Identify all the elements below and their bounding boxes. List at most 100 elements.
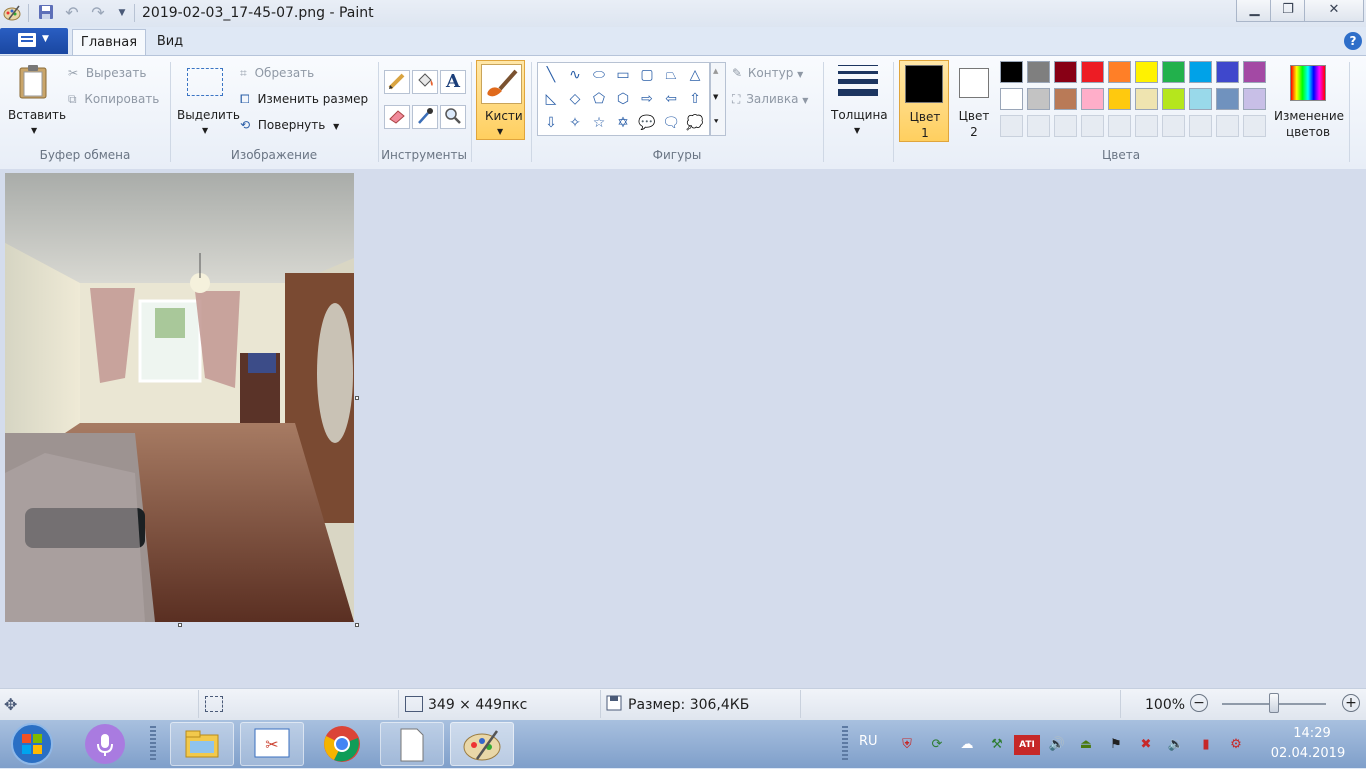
canvas-image[interactable] — [5, 173, 354, 622]
color-swatch[interactable] — [1108, 61, 1131, 83]
fill-icon[interactable] — [412, 70, 438, 94]
color-swatch[interactable] — [1189, 88, 1212, 110]
shape-item[interactable]: ⇩ — [540, 112, 562, 134]
shapes-scrollbar[interactable]: ▲ ▼ ⯆ — [710, 62, 726, 136]
shape-item[interactable]: △ — [684, 64, 706, 86]
paint-app-icon[interactable] — [2, 4, 22, 22]
chrome-icon[interactable] — [322, 724, 362, 764]
cloud-icon[interactable]: ☁ — [957, 735, 977, 755]
cut-button[interactable]: ✂ Вырезать — [68, 63, 146, 83]
battery-icon[interactable]: ▮ — [1196, 735, 1216, 755]
shape-item[interactable]: ✡ — [612, 112, 634, 134]
resize-handle-bottom[interactable] — [178, 623, 182, 627]
flag-icon[interactable]: ⚑ — [1106, 735, 1126, 755]
color-swatch[interactable] — [1027, 61, 1050, 83]
zoom-out-button[interactable]: − — [1190, 694, 1208, 712]
color-swatch[interactable] — [1027, 88, 1050, 110]
color-picker-icon[interactable] — [412, 105, 438, 129]
color-swatch[interactable] — [1027, 115, 1050, 137]
brushes-button[interactable]: Кисти ▼ — [476, 60, 525, 140]
ati-icon[interactable]: ATI — [1014, 735, 1040, 755]
color-swatch[interactable] — [1243, 88, 1266, 110]
color-swatch[interactable] — [1000, 115, 1023, 137]
resize-handle-corner[interactable] — [355, 623, 359, 627]
network-disconnected-icon[interactable]: ✖ — [1136, 735, 1156, 755]
color-swatch[interactable] — [1243, 61, 1266, 83]
resize-button[interactable]: ⧠ Изменить размер — [240, 89, 368, 109]
language-indicator[interactable]: RU — [859, 734, 878, 749]
color1-button[interactable]: Цвет 1 — [899, 60, 949, 142]
start-button[interactable] — [8, 722, 56, 766]
help-icon[interactable]: ? — [1344, 32, 1362, 50]
color-swatch[interactable] — [1162, 61, 1185, 83]
color-swatch[interactable] — [1054, 61, 1077, 83]
color-swatch[interactable] — [1243, 115, 1266, 137]
outline-button[interactable]: ✎ Контур ▼ — [732, 63, 803, 83]
color-swatch[interactable] — [1135, 88, 1158, 110]
tab-view[interactable]: Вид — [148, 29, 192, 55]
color-swatch[interactable] — [1216, 61, 1239, 83]
crop-button[interactable]: ⌗ Обрезать — [240, 63, 314, 83]
color-swatch[interactable] — [1081, 115, 1104, 137]
eraser-icon[interactable] — [384, 105, 410, 129]
fill-shape-button[interactable]: ⛶ Заливка ▼ — [732, 89, 808, 109]
file-menu-button[interactable]: ▼ — [0, 28, 68, 54]
shape-item[interactable]: 💭 — [684, 112, 706, 134]
zoom-slider-thumb[interactable] — [1269, 693, 1279, 713]
paste-button[interactable]: Вставить ▼ — [6, 62, 66, 142]
taskbar-explorer-button[interactable] — [170, 722, 234, 766]
taskbar-paint-button[interactable] — [450, 722, 514, 766]
shape-item[interactable]: ✧ — [564, 112, 586, 134]
shape-item[interactable]: ☆ — [588, 112, 610, 134]
shape-item[interactable]: ⬠ — [588, 88, 610, 110]
shape-item[interactable]: ▢ — [636, 64, 658, 86]
expand-gallery-icon[interactable]: ⯆ — [713, 117, 719, 127]
text-icon[interactable]: A — [440, 70, 466, 94]
color-swatch[interactable] — [1054, 88, 1077, 110]
volume-icon[interactable]: 🔉 — [1166, 735, 1186, 755]
taskbar-document-button[interactable] — [380, 722, 444, 766]
color-swatch[interactable] — [1216, 88, 1239, 110]
kaspersky-icon[interactable]: ⛨ — [897, 735, 917, 755]
undo-icon[interactable]: ↶ — [62, 4, 82, 22]
color-swatch[interactable] — [1162, 88, 1185, 110]
color-swatch[interactable] — [1135, 61, 1158, 83]
color-swatch[interactable] — [1108, 115, 1131, 137]
select-button[interactable]: Выделить ▼ — [176, 62, 240, 142]
rotate-button[interactable]: ⟲ Повернуть ▼ — [240, 115, 339, 135]
color-swatch[interactable] — [1081, 61, 1104, 83]
color2-button[interactable]: Цвет 2 — [953, 60, 995, 142]
chevron-down-icon[interactable]: ▼ — [713, 93, 718, 101]
shape-item[interactable]: ⇨ — [636, 88, 658, 110]
chevron-up-icon[interactable]: ▲ — [713, 67, 718, 75]
color-swatch[interactable] — [1135, 115, 1158, 137]
shape-item[interactable]: ∿ — [564, 64, 586, 86]
shape-item[interactable]: ⇧ — [684, 88, 706, 110]
color-swatch[interactable] — [1000, 61, 1023, 83]
speaker-icon[interactable]: 🔊 — [1047, 735, 1067, 755]
taskbar-snipping-button[interactable]: ✂ — [240, 722, 304, 766]
shape-item[interactable]: ⏢ — [660, 64, 682, 86]
shape-item[interactable]: 💬 — [636, 112, 658, 134]
update-icon[interactable]: ⟳ — [927, 735, 947, 755]
pencil-icon[interactable] — [384, 70, 410, 94]
microphone-icon[interactable] — [85, 724, 125, 764]
color-swatch[interactable] — [1216, 115, 1239, 137]
color-swatch[interactable] — [1054, 115, 1077, 137]
color-swatch[interactable] — [1108, 88, 1131, 110]
save-icon[interactable] — [36, 4, 56, 22]
redo-icon[interactable]: ↷ — [88, 4, 108, 22]
network-tool-icon[interactable]: ⚒ — [987, 735, 1007, 755]
clock-time[interactable]: 14:29 — [1272, 726, 1352, 741]
usb-icon[interactable]: ⏏ — [1076, 735, 1096, 755]
maximize-button[interactable]: ❐ — [1270, 0, 1306, 22]
thickness-button[interactable]: Толщина ▼ — [828, 62, 888, 142]
magnifier-icon[interactable] — [440, 105, 466, 129]
shape-item[interactable]: 🗨 — [660, 112, 682, 134]
shape-item[interactable]: ◇ — [564, 88, 586, 110]
minimize-button[interactable]: ▁ — [1236, 0, 1273, 22]
color-swatch[interactable] — [1081, 88, 1104, 110]
shape-item[interactable]: ⬭ — [588, 64, 610, 86]
shape-item[interactable]: ▭ — [612, 64, 634, 86]
shape-item[interactable]: ╲ — [540, 64, 562, 86]
